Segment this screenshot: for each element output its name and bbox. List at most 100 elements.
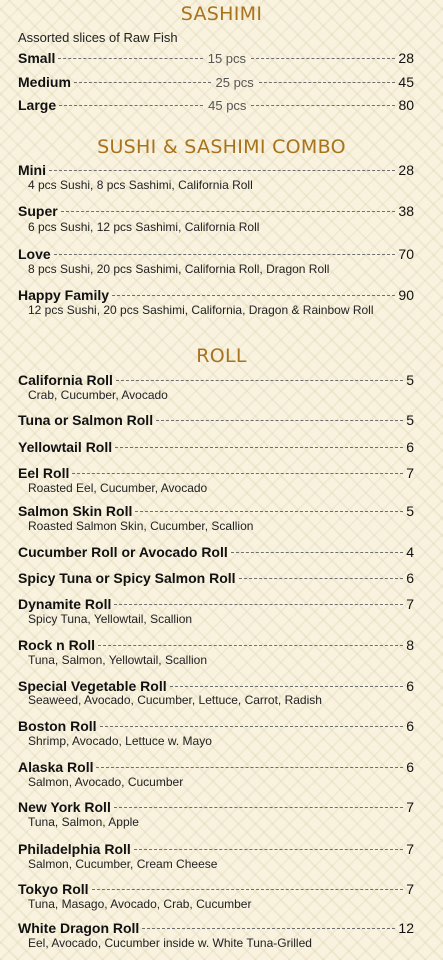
item-price: 12 — [398, 920, 414, 936]
item-price: 8 — [406, 637, 414, 653]
dot-leader — [114, 604, 404, 605]
item-description: Salmon, Avocado, Cucumber — [28, 775, 184, 789]
roll-row: White Dragon Roll 12 — [18, 920, 414, 936]
dot-leader — [99, 726, 404, 727]
item-name: Tokyo Roll — [18, 881, 89, 897]
combo-title: SUSHI & SASHIMI COMBO — [97, 136, 346, 158]
dot-leader — [142, 928, 396, 929]
roll-row: Eel Roll 7 — [18, 465, 414, 481]
dot-leader — [258, 82, 396, 83]
dot-leader — [112, 295, 396, 296]
roll-row: Salmon Skin Roll 5 — [18, 503, 414, 519]
item-price: 7 — [406, 881, 414, 897]
sashimi-row-large: Large 45 pcs 80 — [18, 97, 414, 113]
item-description: Tuna, Masago, Avocado, Crab, Cucumber — [28, 897, 252, 911]
combo-row-mini: Mini 28 — [18, 162, 414, 178]
item-price: 5 — [406, 372, 414, 388]
dot-leader — [251, 105, 396, 106]
item-name: Dynamite Roll — [18, 596, 112, 612]
roll-row: Special Vegetable Roll 6 — [18, 678, 414, 694]
item-name: Large — [18, 97, 57, 113]
roll-title: ROLL — [196, 345, 247, 367]
combo-row-happy-family: Happy Family 90 — [18, 287, 414, 303]
item-price: 80 — [398, 97, 415, 113]
dot-leader — [49, 170, 396, 171]
dot-leader — [98, 645, 404, 646]
item-name: Happy Family — [18, 287, 110, 303]
item-price: 7 — [406, 596, 414, 612]
sashimi-row-small: Small 15 pcs 28 — [18, 50, 414, 66]
dot-leader — [238, 578, 404, 579]
roll-row: Spicy Tuna or Spicy Salmon Roll 6 — [18, 570, 414, 586]
item-price: 4 — [406, 544, 414, 560]
item-description: Tuna, Salmon, Yellowtail, Scallion — [28, 653, 207, 667]
item-description: Salmon, Cucumber, Cream Cheese — [28, 857, 218, 871]
roll-row: Alaska Roll 6 — [18, 759, 414, 775]
item-name: Medium — [18, 74, 71, 90]
dot-leader — [58, 58, 203, 59]
item-name: New York Roll — [18, 799, 111, 815]
item-name: Rock n Roll — [18, 637, 96, 653]
item-price: 6 — [406, 570, 414, 586]
item-name: White Dragon Roll — [18, 920, 140, 936]
dot-leader — [73, 82, 211, 83]
item-description: 8 pcs Sushi, 20 pcs Sashimi, California … — [28, 262, 330, 276]
item-price: 5 — [406, 412, 414, 428]
item-price: 6 — [406, 678, 414, 694]
dot-leader — [169, 686, 404, 687]
item-description: Roasted Eel, Cucumber, Avocado — [28, 481, 208, 495]
item-price: 6 — [406, 439, 414, 455]
roll-row: Cucumber Roll or Avocado Roll 4 — [18, 544, 414, 560]
item-price: 7 — [406, 799, 414, 815]
dot-leader — [72, 473, 404, 474]
item-price: 28 — [398, 50, 414, 66]
dot-leader — [91, 889, 404, 890]
dot-leader — [96, 767, 404, 768]
item-name: California Roll — [18, 372, 113, 388]
sashimi-row-medium: Medium 25 pcs 45 — [18, 74, 414, 90]
item-description: Spicy Tuna, Yellowtail, Scallion — [28, 612, 193, 626]
item-name: Boston Roll — [18, 718, 97, 734]
item-name: Alaska Roll — [18, 759, 94, 775]
dot-leader — [115, 447, 404, 448]
item-price: 28 — [398, 162, 414, 178]
item-name: Philadelphia Roll — [18, 841, 131, 857]
dot-leader — [53, 254, 396, 255]
item-description: Crab, Cucumber, Avocado — [28, 388, 168, 402]
dot-leader — [113, 807, 404, 808]
roll-row: Tokyo Roll 7 — [18, 881, 414, 897]
item-price: 70 — [398, 246, 414, 262]
item-qty: 15 pcs — [207, 51, 247, 66]
item-price: 5 — [406, 503, 414, 519]
item-price: 45 — [398, 74, 414, 90]
item-name: Love — [18, 246, 51, 262]
item-name: Special Vegetable Roll — [18, 678, 167, 694]
item-description: Roasted Salmon Skin, Cucumber, Scallion — [28, 519, 254, 533]
sashimi-title: SASHIMI — [180, 3, 263, 25]
combo-row-love: Love 70 — [18, 246, 414, 262]
item-name: Eel Roll — [18, 465, 70, 481]
dot-leader — [156, 420, 404, 421]
item-description: Shrimp, Avocado, Lettuce w. Mayo — [28, 734, 212, 748]
item-name: Small — [18, 50, 56, 66]
item-name: Super — [18, 203, 58, 219]
dot-leader — [230, 552, 404, 553]
roll-row: Rock n Roll 8 — [18, 637, 414, 653]
item-name: Spicy Tuna or Spicy Salmon Roll — [18, 570, 236, 586]
item-description: 12 pcs Sushi, 20 pcs Sashimi, California… — [28, 303, 374, 317]
dot-leader — [133, 849, 404, 850]
roll-row: Tuna or Salmon Roll 5 — [18, 412, 414, 428]
item-name: Yellowtail Roll — [18, 439, 113, 455]
item-name: Mini — [18, 162, 46, 178]
item-name: Salmon Skin Roll — [18, 503, 133, 519]
roll-row: Philadelphia Roll 7 — [18, 841, 414, 857]
item-price: 6 — [406, 718, 414, 734]
roll-row: Boston Roll 6 — [18, 718, 414, 734]
item-price: 6 — [406, 759, 414, 775]
item-qty: 25 pcs — [215, 75, 254, 90]
item-price: 7 — [406, 841, 414, 857]
item-description: Seaweed, Avocado, Cucumber, Lettuce, Car… — [28, 693, 322, 707]
sashimi-note: Assorted slices of Raw Fish — [18, 30, 178, 45]
item-description: 6 pcs Sushi, 12 pcs Sashimi, California … — [28, 220, 260, 234]
roll-row: Yellowtail Roll 6 — [18, 439, 414, 455]
